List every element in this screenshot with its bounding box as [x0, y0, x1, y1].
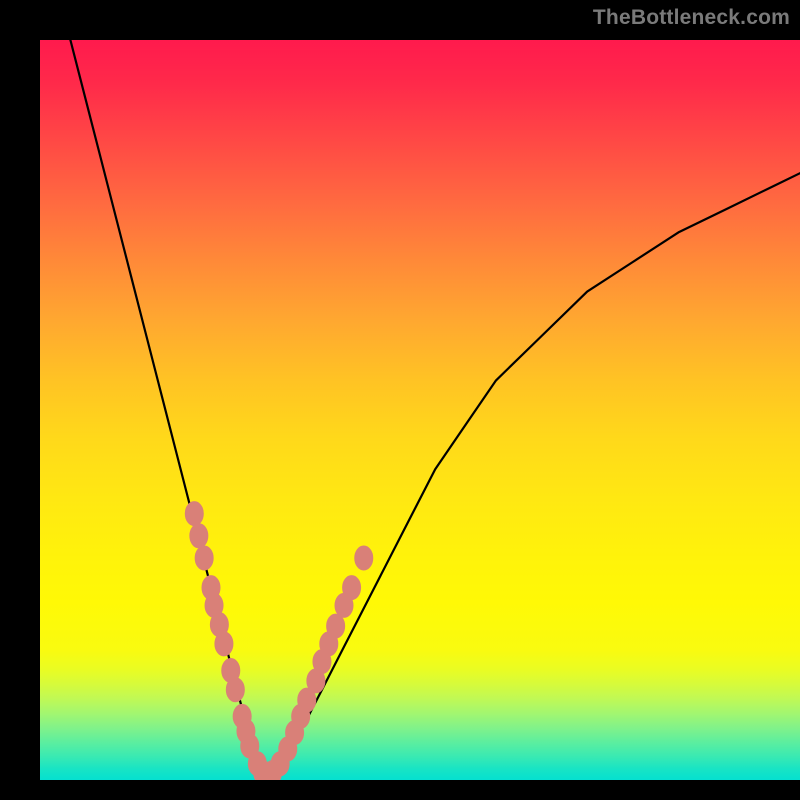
curve-marker [226, 678, 244, 702]
plot-area [40, 40, 800, 780]
curve-marker [190, 524, 208, 548]
curve-marker [215, 632, 233, 656]
v-curve-line [70, 40, 800, 780]
curve-marker [327, 614, 345, 638]
curve-markers [185, 502, 372, 780]
curve-marker [343, 576, 361, 600]
chart-stage: TheBottleneck.com [0, 0, 800, 800]
curve-marker [195, 546, 213, 570]
chart-svg [40, 40, 800, 780]
watermark-text: TheBottleneck.com [593, 6, 790, 30]
curve-marker [355, 546, 373, 570]
curve-marker [185, 502, 203, 526]
